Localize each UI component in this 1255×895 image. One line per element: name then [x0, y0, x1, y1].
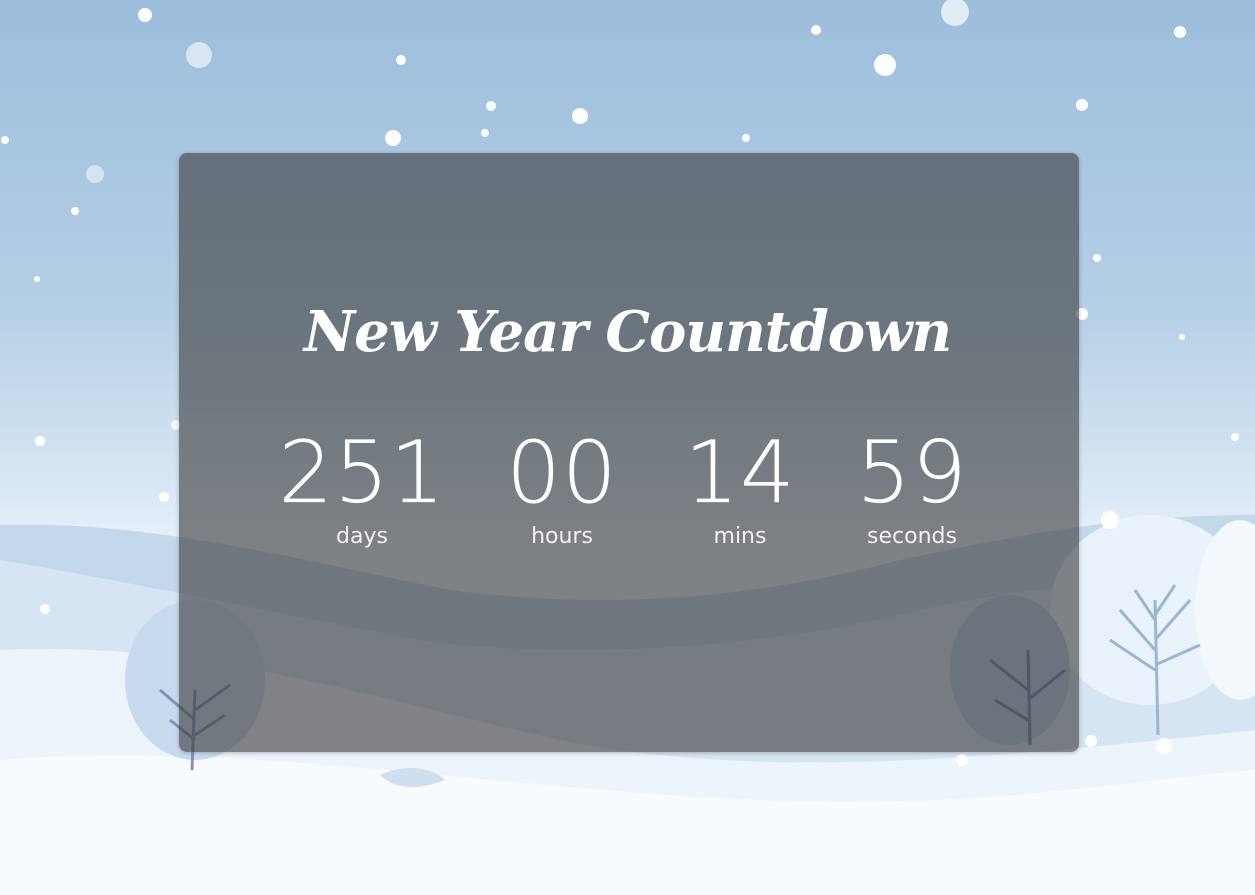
mins-label: mins — [713, 524, 767, 549]
hours-label: hours — [531, 524, 593, 549]
seconds-label: seconds — [867, 524, 957, 549]
countdown-mins: 14 mins — [650, 425, 830, 551]
page-title: New Year Countdown — [303, 299, 952, 365]
countdown-days: 251 days — [272, 425, 452, 551]
mins-value: 14 — [684, 423, 796, 523]
hours-value: 00 — [506, 423, 618, 523]
countdown-seconds: 59 seconds — [822, 425, 1002, 551]
days-value: 251 — [278, 423, 446, 523]
seconds-value: 59 — [856, 423, 968, 523]
days-label: days — [336, 524, 388, 549]
countdown-hours: 00 hours — [472, 425, 652, 551]
